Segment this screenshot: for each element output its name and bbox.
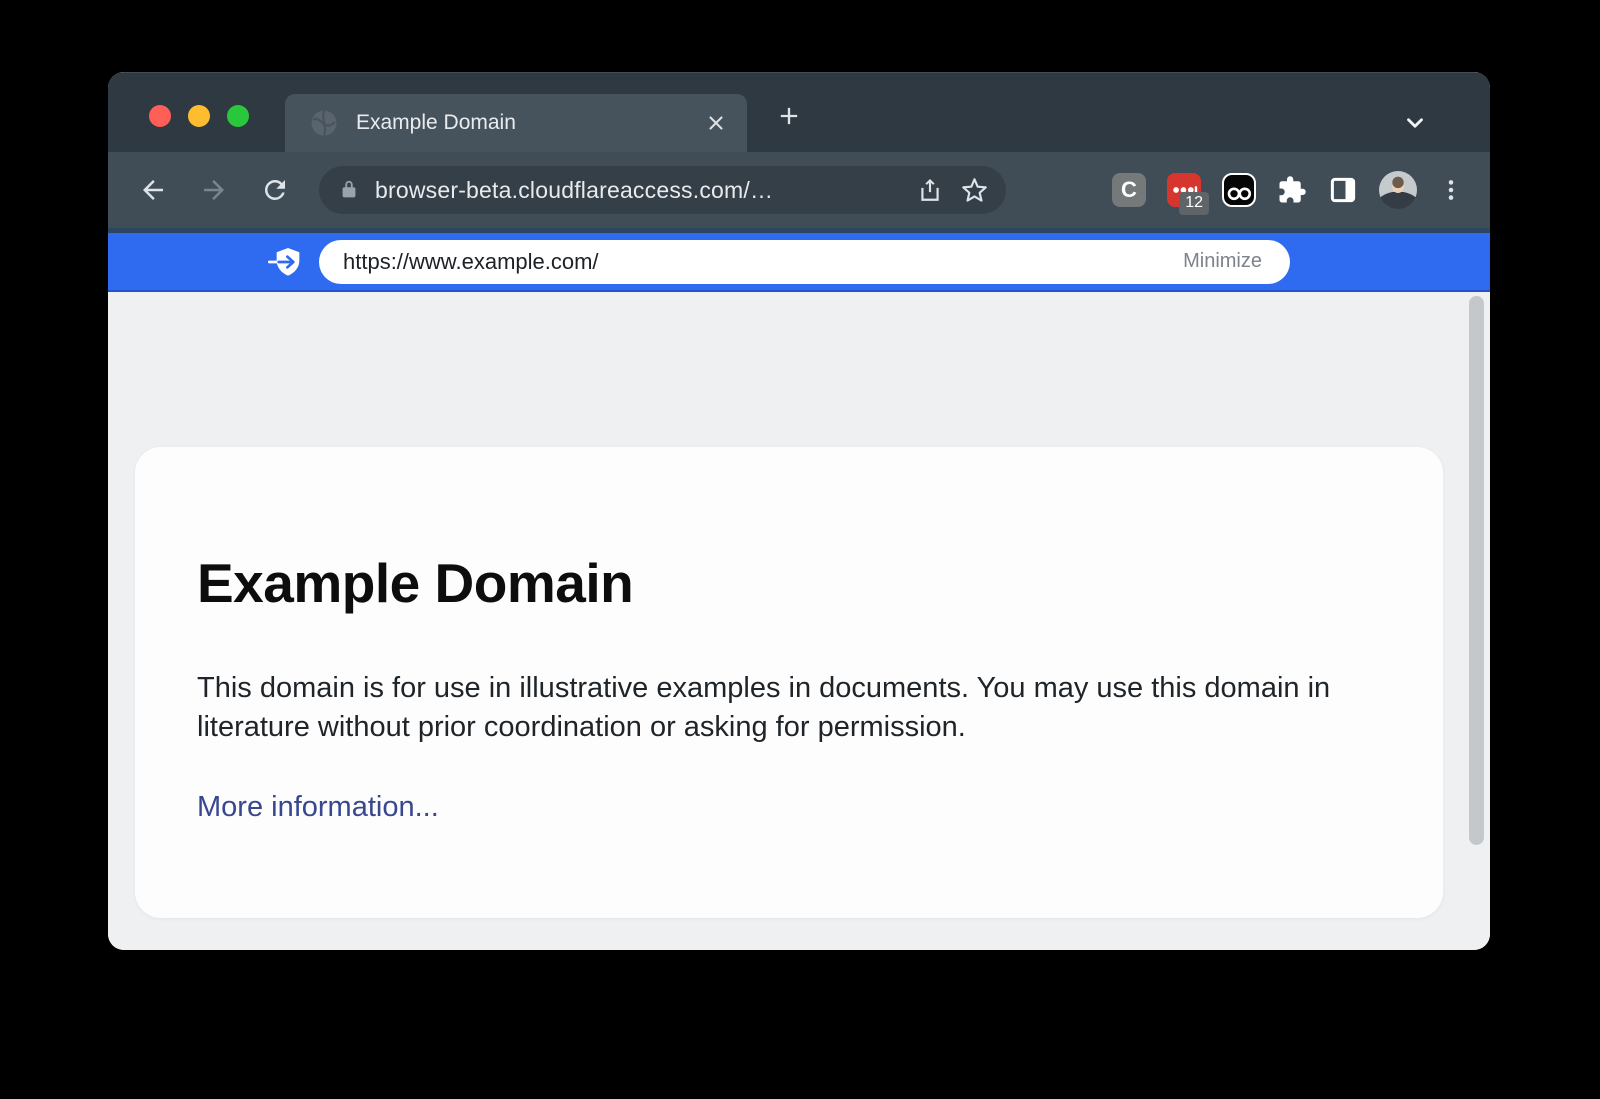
vertical-scrollbar-thumb[interactable] [1469,296,1484,845]
browser-tab[interactable]: Example Domain [285,94,747,152]
page-viewport: Example Domain This domain is for use in… [108,292,1490,950]
password-manager-extension-icon[interactable]: 12 [1167,173,1201,207]
extension-badge-count: 12 [1179,192,1209,215]
side-panel-icon[interactable] [1328,175,1358,205]
zoom-window-button[interactable] [227,105,249,127]
extensions-puzzle-icon[interactable] [1277,175,1307,205]
more-information-link[interactable]: More information... [197,791,439,824]
tab-title: Example Domain [356,111,701,135]
browser-window: Example Domain [108,72,1490,950]
isolation-banner: Minimize [108,228,1490,292]
page-paragraph: This domain is for use in illustrative e… [197,669,1347,747]
minimize-window-button[interactable] [188,105,210,127]
tab-strip: Example Domain [108,72,1490,152]
extensions-cluster: C 12 [1112,171,1464,209]
bookmark-star-icon[interactable] [961,177,988,204]
share-icon[interactable] [917,177,943,203]
address-bar[interactable]: browser-beta.cloudflareaccess.com/… [319,166,1006,214]
forward-icon[interactable] [193,169,235,211]
banner-minimize-button[interactable]: Minimize [1177,249,1268,274]
close-window-button[interactable] [149,105,171,127]
lock-icon [338,179,360,201]
url-text[interactable]: browser-beta.cloudflareaccess.com/… [375,177,903,204]
reload-icon[interactable] [254,169,296,211]
tab-search-chevron-icon[interactable] [1398,106,1432,140]
isolation-url-bar: Minimize [319,240,1290,284]
browser-toolbar: browser-beta.cloudflareaccess.com/… C [108,152,1490,228]
new-tab-button[interactable] [772,99,806,133]
desktop-background: { "tabstrip": { "tab": { "title": "Examp… [0,0,1600,1099]
isolation-url-input[interactable] [341,248,1165,276]
c-extension-icon[interactable]: C [1112,173,1146,207]
back-icon[interactable] [132,169,174,211]
binoculars-extension-icon[interactable] [1222,173,1256,207]
window-controls [149,105,249,127]
tab-close-icon[interactable] [701,108,731,138]
kebab-menu-icon[interactable] [1438,177,1464,203]
profile-avatar[interactable] [1379,171,1417,209]
content-card: Example Domain This domain is for use in… [135,447,1443,918]
isolation-shield-icon [272,246,304,278]
globe-favicon-icon [309,108,339,138]
page-heading: Example Domain [197,551,1373,615]
